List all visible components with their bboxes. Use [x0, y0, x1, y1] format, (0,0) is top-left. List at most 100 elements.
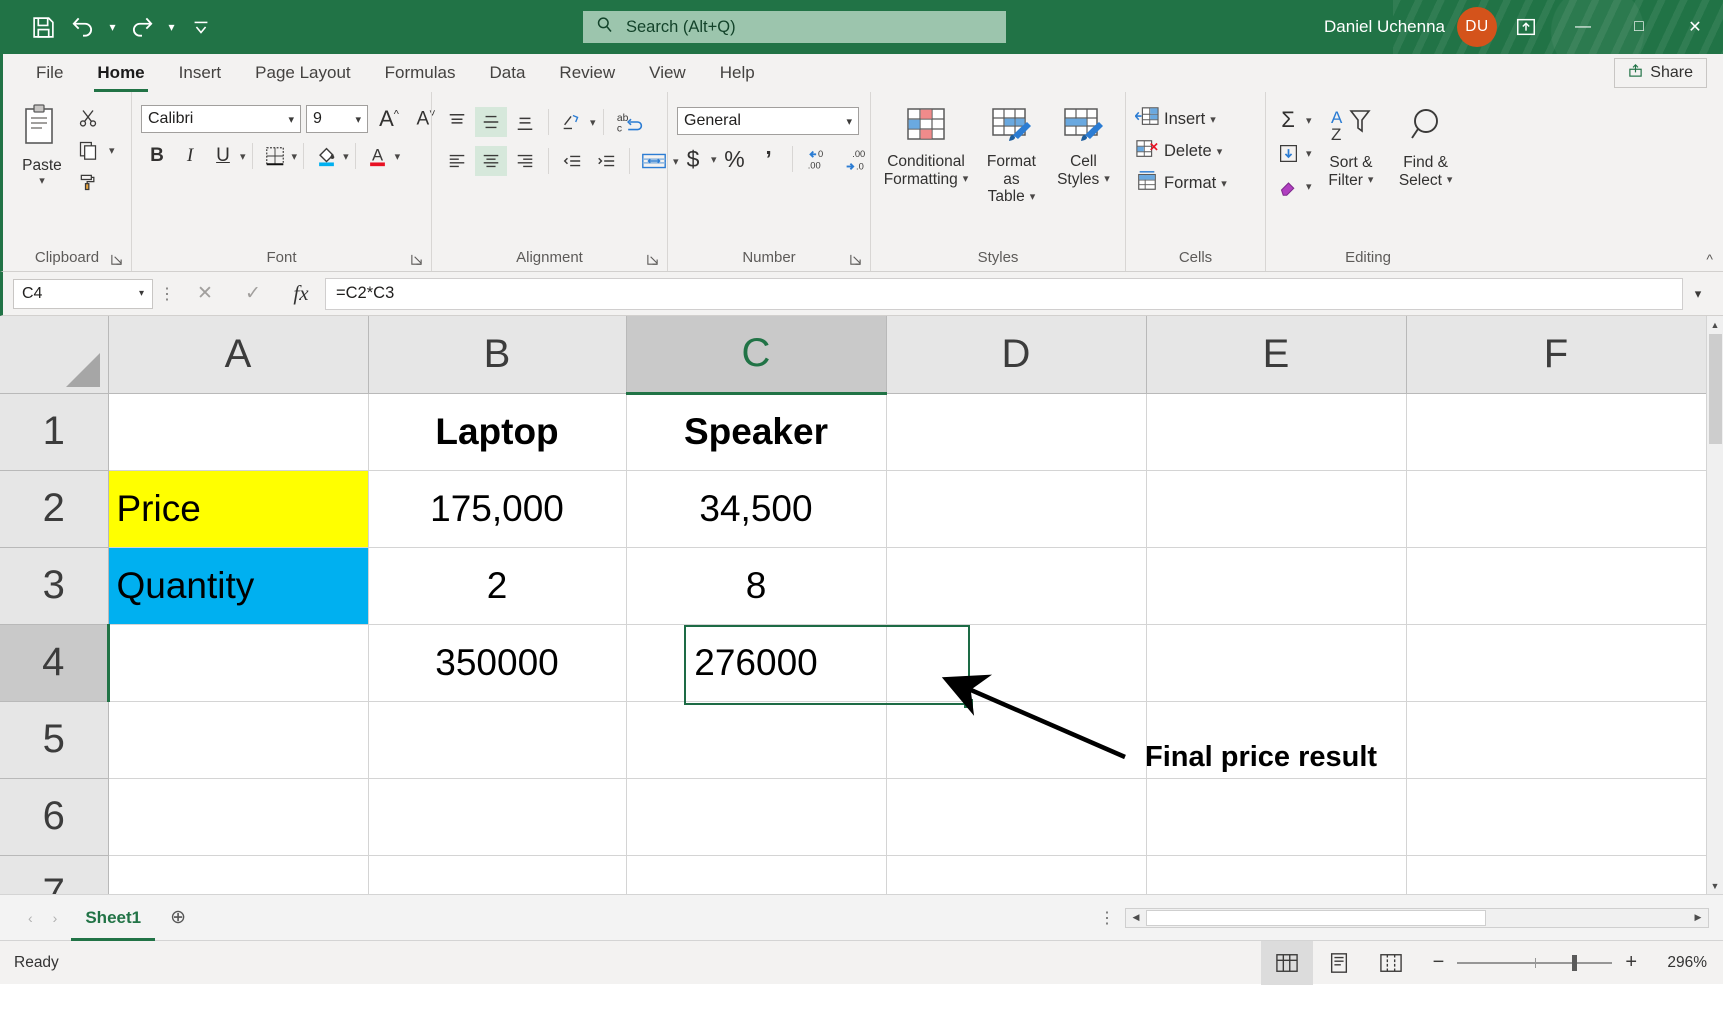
ribbon-display-options-icon[interactable] — [1497, 0, 1555, 54]
cell-a7[interactable] — [108, 855, 368, 894]
cell-c5[interactable] — [626, 701, 886, 778]
chevron-down-icon[interactable]: ▾ — [1104, 173, 1110, 185]
cell-b6[interactable] — [368, 778, 626, 855]
accounting-format-icon[interactable]: $ — [677, 144, 709, 174]
merge-and-center-icon[interactable] — [637, 146, 671, 176]
row-header-6[interactable]: 6 — [0, 778, 108, 855]
search-input[interactable]: Search (Alt+Q) — [583, 11, 1006, 43]
conditional-formatting-button[interactable]: Conditional Formatting ▾ — [880, 102, 972, 191]
user-name[interactable]: Daniel Uchenna — [1324, 17, 1445, 37]
zoom-level[interactable]: 296% — [1653, 954, 1723, 972]
paste-dropdown-icon[interactable]: ▾ — [39, 175, 45, 187]
cell-b5[interactable] — [368, 701, 626, 778]
center-align-icon[interactable] — [475, 146, 507, 176]
find-and-select-button[interactable]: Find & Select ▾ — [1390, 103, 1461, 192]
redo-dropdown-icon[interactable]: ▾ — [163, 8, 180, 46]
vertical-scrollbar[interactable]: ▲ ▼ — [1706, 316, 1723, 894]
formula-bar-handle[interactable]: ⋮ — [153, 284, 181, 304]
row-header-2[interactable]: 2 — [0, 470, 108, 547]
cell-c2[interactable]: 34,500 — [626, 470, 886, 547]
cell-d6[interactable] — [886, 778, 1146, 855]
avatar[interactable]: DU — [1457, 7, 1497, 47]
align-left-icon[interactable] — [441, 146, 473, 176]
borders-icon[interactable] — [259, 141, 291, 171]
tab-view[interactable]: View — [632, 54, 703, 92]
font-family-select[interactable]: Calibri ▾ — [141, 105, 301, 133]
cell-d1[interactable] — [886, 393, 1146, 470]
fill-color-icon[interactable] — [310, 141, 342, 171]
decrease-indent-icon[interactable] — [556, 146, 588, 176]
chevron-down-icon[interactable]: ▾ — [1368, 174, 1374, 186]
add-sheet-icon[interactable]: ⊕ — [155, 906, 201, 929]
zoom-slider-thumb[interactable] — [1572, 955, 1577, 971]
save-icon[interactable] — [24, 8, 62, 46]
cell-a1[interactable] — [108, 393, 368, 470]
cell-c6[interactable] — [626, 778, 886, 855]
cell-d4[interactable] — [886, 624, 1146, 701]
page-layout-view-icon[interactable] — [1313, 941, 1365, 985]
accounting-dropdown-icon[interactable]: ▾ — [711, 153, 717, 166]
bold-button[interactable]: B — [141, 141, 173, 171]
cell-b7[interactable] — [368, 855, 626, 894]
cell-e6[interactable] — [1146, 778, 1406, 855]
scroll-up-button[interactable]: ▲ — [1707, 316, 1723, 333]
wrap-text-icon[interactable]: ab c — [611, 107, 651, 137]
cell-a6[interactable] — [108, 778, 368, 855]
minimize-button[interactable]: — — [1555, 0, 1611, 54]
zoom-in-button[interactable]: + — [1625, 951, 1637, 974]
tab-help[interactable]: Help — [703, 54, 772, 92]
align-right-icon[interactable] — [509, 146, 541, 176]
copy-dropdown-icon[interactable]: ▾ — [109, 144, 115, 157]
borders-dropdown-icon[interactable]: ▾ — [292, 150, 298, 163]
column-header-d[interactable]: D — [886, 316, 1146, 393]
zoom-slider[interactable] — [1457, 955, 1612, 971]
insert-cells-button[interactable]: Insert ▾ — [1135, 106, 1216, 133]
normal-view-icon[interactable] — [1261, 941, 1313, 985]
font-dialog-launcher-icon[interactable] — [410, 253, 424, 267]
decrease-decimal-icon[interactable]: .00 .0 — [838, 144, 874, 174]
italic-button[interactable]: I — [174, 141, 206, 171]
zoom-out-button[interactable]: − — [1433, 951, 1445, 974]
chevron-down-icon[interactable]: ▾ — [1030, 191, 1036, 203]
increase-indent-icon[interactable] — [590, 146, 622, 176]
horizontal-scroll-thumb[interactable] — [1146, 910, 1486, 926]
sort-and-filter-button[interactable]: A Z Sort & Filter ▾ — [1316, 103, 1387, 192]
scroll-down-button[interactable]: ▼ — [1707, 877, 1723, 894]
cell-d2[interactable] — [886, 470, 1146, 547]
cell-c1[interactable]: Speaker — [626, 393, 886, 470]
cell-e4[interactable] — [1146, 624, 1406, 701]
cell-styles-button[interactable]: Cell Styles ▾ — [1051, 102, 1116, 191]
increase-decimal-icon[interactable]: 0 .00 — [800, 144, 836, 174]
select-all-corner[interactable] — [0, 316, 108, 393]
confirm-icon[interactable]: ✓ — [229, 278, 277, 310]
fill-dropdown-icon[interactable]: ▾ — [1306, 147, 1312, 160]
tab-home[interactable]: Home — [80, 54, 161, 92]
cell-b1[interactable]: Laptop — [368, 393, 626, 470]
cell-e1[interactable] — [1146, 393, 1406, 470]
bottom-align-icon[interactable] — [509, 107, 541, 137]
font-color-dropdown-icon[interactable]: ▾ — [395, 150, 401, 163]
undo-dropdown-icon[interactable]: ▾ — [104, 8, 121, 46]
tab-data[interactable]: Data — [473, 54, 543, 92]
cell-e3[interactable] — [1146, 547, 1406, 624]
font-size-select[interactable]: 9 ▾ — [306, 105, 368, 133]
clear-dropdown-icon[interactable]: ▾ — [1306, 180, 1312, 193]
next-sheet-icon[interactable]: › — [53, 910, 58, 926]
tab-overflow-handle[interactable]: ⋮ — [1099, 908, 1125, 928]
maximize-button[interactable]: □ — [1611, 0, 1667, 54]
row-header-3[interactable]: 3 — [0, 547, 108, 624]
undo-icon[interactable] — [64, 8, 102, 46]
chevron-down-icon[interactable]: ▾ — [1221, 177, 1227, 190]
collapse-ribbon-icon[interactable]: ^ — [1706, 251, 1713, 267]
tab-insert[interactable]: Insert — [162, 54, 239, 92]
cell-f3[interactable] — [1406, 547, 1706, 624]
column-header-e[interactable]: E — [1146, 316, 1406, 393]
cell-f2[interactable] — [1406, 470, 1706, 547]
cell-b4[interactable]: 350000 — [368, 624, 626, 701]
column-header-a[interactable]: A — [108, 316, 368, 393]
row-header-1[interactable]: 1 — [0, 393, 108, 470]
row-header-5[interactable]: 5 — [0, 701, 108, 778]
cell-c7[interactable] — [626, 855, 886, 894]
chevron-down-icon[interactable]: ▾ — [1217, 145, 1223, 158]
row-header-7[interactable]: 7 — [0, 855, 108, 894]
